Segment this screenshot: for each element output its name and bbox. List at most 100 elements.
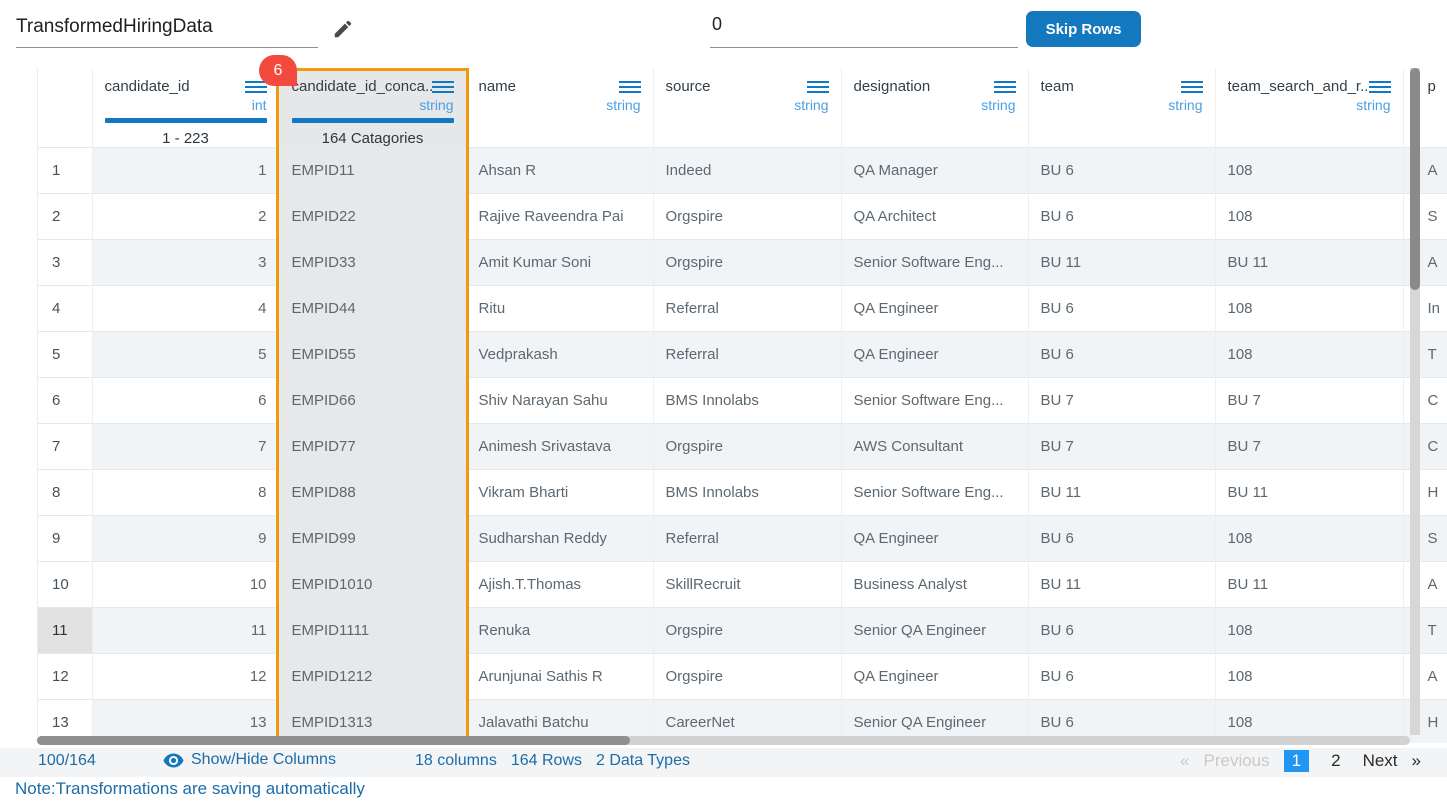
cell-team[interactable]: BU 6 [1028,654,1215,700]
cell-candidate_id[interactable]: 3 [92,240,279,286]
cell-designation[interactable]: QA Manager [841,148,1028,194]
cell-candidate_id_conca[interactable]: EMPID77 [279,424,466,470]
cell-candidate_id_conca[interactable]: EMPID1212 [279,654,466,700]
row-number-cell[interactable]: 8 [38,470,92,516]
column-header[interactable]: candidate_id_conca... string 164 Catagor… [279,68,466,148]
column-header[interactable]: designation string [841,68,1028,148]
cell-name[interactable]: Ahsan R [466,148,653,194]
cell-source[interactable]: Referral [653,332,841,378]
cell-source[interactable]: Indeed [653,148,841,194]
dataset-name-input[interactable]: TransformedHiringData [16,16,318,48]
row-number-cell[interactable]: 10 [38,562,92,608]
page-1-button[interactable]: 1 [1284,750,1309,772]
page-2-button[interactable]: 2 [1323,750,1348,772]
cell-name[interactable]: Ritu [466,286,653,332]
cell-candidate_id[interactable]: 5 [92,332,279,378]
prev-arrow[interactable]: « [1180,751,1189,771]
column-header[interactable]: name string [466,68,653,148]
row-number-cell[interactable]: 11 [38,608,92,654]
cell-team[interactable]: BU 7 [1028,424,1215,470]
cell-candidate_id_conca[interactable]: EMPID22 [279,194,466,240]
cell-team_search_and_r[interactable]: BU 11 [1215,470,1403,516]
column-menu-icon[interactable] [432,81,454,93]
cell-team[interactable]: BU 7 [1028,378,1215,424]
cell-name[interactable]: Rajive Raveendra Pai [466,194,653,240]
cell-name[interactable]: Sudharshan Reddy [466,516,653,562]
cell-candidate_id_conca[interactable]: EMPID88 [279,470,466,516]
column-header[interactable]: team string [1028,68,1215,148]
cell-designation[interactable]: QA Architect [841,194,1028,240]
cell-candidate_id_conca[interactable]: EMPID99 [279,516,466,562]
cell-team[interactable]: BU 11 [1028,562,1215,608]
column-header[interactable]: team_search_and_r... string [1215,68,1403,148]
cell-candidate_id[interactable]: 9 [92,516,279,562]
vertical-scrollbar-thumb[interactable] [1410,68,1420,290]
cell-designation[interactable]: Senior QA Engineer [841,608,1028,654]
cell-candidate_id[interactable]: 12 [92,654,279,700]
row-number-cell[interactable]: 2 [38,194,92,240]
cell-candidate_id_conca[interactable]: EMPID11 [279,148,466,194]
cell-team[interactable]: BU 11 [1028,240,1215,286]
cell-team_search_and_r[interactable]: 108 [1215,608,1403,654]
cell-candidate_id_conca[interactable]: EMPID33 [279,240,466,286]
edit-pencil-icon[interactable] [332,18,354,45]
cell-team[interactable]: BU 11 [1028,470,1215,516]
cell-designation[interactable]: QA Engineer [841,654,1028,700]
row-number-cell[interactable]: 1 [38,148,92,194]
cell-candidate_id[interactable]: 4 [92,286,279,332]
cell-name[interactable]: Arunjunai Sathis R [466,654,653,700]
cell-source[interactable]: BMS Innolabs [653,378,841,424]
cell-designation[interactable]: Business Analyst [841,562,1028,608]
cell-designation[interactable]: Senior Software Eng... [841,240,1028,286]
cell-source[interactable]: Orgspire [653,240,841,286]
horizontal-scrollbar-thumb[interactable] [37,736,630,745]
cell-candidate_id[interactable]: 6 [92,378,279,424]
cell-source[interactable]: Orgspire [653,194,841,240]
cell-team_search_and_r[interactable]: BU 7 [1215,378,1403,424]
cell-candidate_id_conca[interactable]: EMPID1010 [279,562,466,608]
cell-source[interactable]: Referral [653,516,841,562]
column-menu-icon[interactable] [1181,81,1203,93]
cell-source[interactable]: BMS Innolabs [653,470,841,516]
cell-team_search_and_r[interactable]: 108 [1215,286,1403,332]
cell-name[interactable]: Vikram Bharti [466,470,653,516]
cell-team_search_and_r[interactable]: 108 [1215,654,1403,700]
row-number-cell[interactable]: 5 [38,332,92,378]
vertical-scrollbar[interactable] [1410,68,1420,735]
cell-source[interactable]: Orgspire [653,608,841,654]
column-menu-icon[interactable] [807,81,829,93]
column-menu-icon[interactable] [994,81,1016,93]
cell-source[interactable]: Orgspire [653,424,841,470]
cell-name[interactable]: Shiv Narayan Sahu [466,378,653,424]
cell-candidate_id[interactable]: 11 [92,608,279,654]
cell-designation[interactable]: QA Engineer [841,286,1028,332]
cell-candidate_id_conca[interactable]: EMPID55 [279,332,466,378]
cell-name[interactable]: Ajish.T.Thomas [466,562,653,608]
cell-candidate_id[interactable]: 7 [92,424,279,470]
row-number-cell[interactable]: 6 [38,378,92,424]
cell-team_search_and_r[interactable]: 108 [1215,148,1403,194]
column-header[interactable]: candidate_id int 1 - 223 [92,68,279,148]
show-hide-columns-button[interactable]: Show/Hide Columns [163,751,336,769]
cell-name[interactable]: Renuka [466,608,653,654]
cell-team[interactable]: BU 6 [1028,608,1215,654]
cell-candidate_id[interactable]: 2 [92,194,279,240]
column-menu-icon[interactable] [245,81,267,93]
cell-source[interactable]: Referral [653,286,841,332]
column-header[interactable]: source string [653,68,841,148]
cell-designation[interactable]: QA Engineer [841,516,1028,562]
cell-team_search_and_r[interactable]: 108 [1215,516,1403,562]
cell-team_search_and_r[interactable]: BU 7 [1215,424,1403,470]
cell-candidate_id[interactable]: 1 [92,148,279,194]
cell-team_search_and_r[interactable]: BU 11 [1215,562,1403,608]
next-arrow[interactable]: » [1412,751,1421,771]
cell-candidate_id_conca[interactable]: EMPID1111 [279,608,466,654]
column-menu-icon[interactable] [619,81,641,93]
cell-team_search_and_r[interactable]: 108 [1215,332,1403,378]
cell-name[interactable]: Animesh Srivastava [466,424,653,470]
skip-rows-button[interactable]: Skip Rows [1026,11,1141,47]
cell-name[interactable]: Vedprakash [466,332,653,378]
cell-designation[interactable]: Senior Software Eng... [841,378,1028,424]
cell-source[interactable]: Orgspire [653,654,841,700]
cell-designation[interactable]: AWS Consultant [841,424,1028,470]
